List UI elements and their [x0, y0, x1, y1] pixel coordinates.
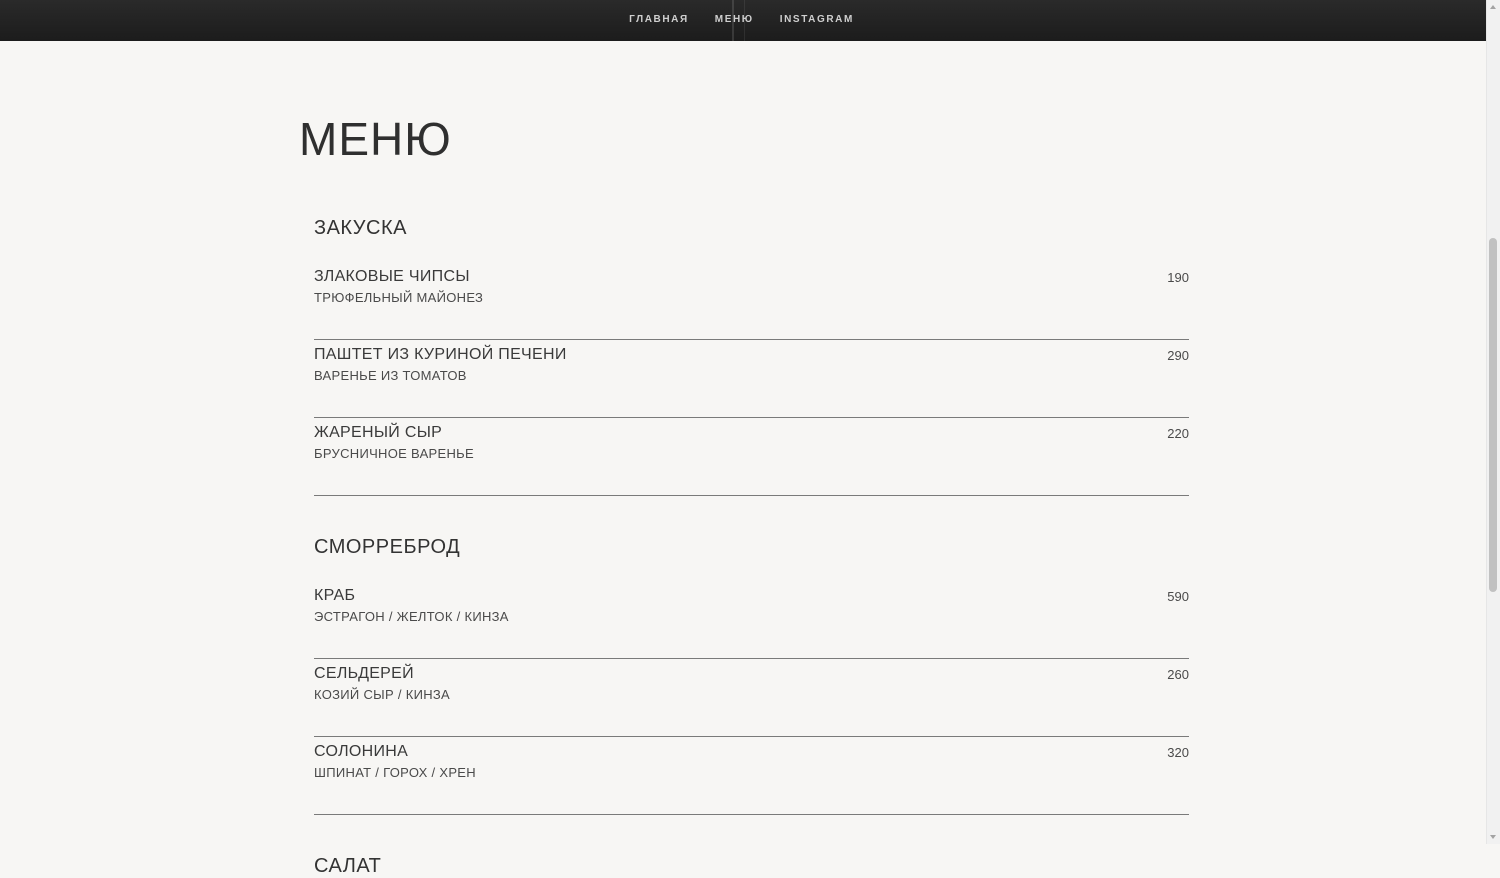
- menu-items-list: КРАБ ЭСТРАГОН / ЖЕЛТОК / КИНЗА 590 СЕЛЬД…: [314, 581, 1189, 815]
- menu-item-name: ПАШТЕТ ИЗ КУРИНОЙ ПЕЧЕНИ: [314, 346, 567, 363]
- page-scrollbar[interactable]: [1486, 0, 1500, 844]
- menu-item-price: 290: [1167, 348, 1189, 363]
- nav-link-home[interactable]: ГЛАВНАЯ: [629, 14, 689, 25]
- menu-item: СЕЛЬДЕРЕЙ КОЗИЙ СЫР / КИНЗА 260: [314, 659, 1189, 737]
- menu-section-smorrebrod: СМОРРЕБРОД КРАБ ЭСТРАГОН / ЖЕЛТОК / КИНЗ…: [314, 535, 1189, 815]
- menu-item: ПАШТЕТ ИЗ КУРИНОЙ ПЕЧЕНИ ВАРЕНЬЕ ИЗ ТОМА…: [314, 340, 1189, 418]
- section-title: ЗАКУСКА: [314, 217, 407, 239]
- menu-item: ЗЛАКОВЫЕ ЧИПСЫ ТРЮФЕЛЬНЫЙ МАЙОНЕЗ 190: [314, 262, 1189, 340]
- menu-section-salad: САЛАТ: [314, 854, 1189, 878]
- menu-item-name: СОЛОНИНА: [314, 743, 409, 760]
- menu-item-name: СЕЛЬДЕРЕЙ: [314, 665, 414, 682]
- section-title: САЛАТ: [314, 855, 382, 877]
- menu-item-price: 590: [1167, 589, 1189, 604]
- menu-item-name: ЗЛАКОВЫЕ ЧИПСЫ: [314, 268, 470, 285]
- menu-items-list: ЗЛАКОВЫЕ ЧИПСЫ ТРЮФЕЛЬНЫЙ МАЙОНЕЗ 190 ПА…: [314, 262, 1189, 496]
- scroll-up-arrow-icon[interactable]: [1490, 5, 1496, 9]
- menu-item-description: БРУСНИЧНОЕ ВАРЕНЬЕ: [314, 446, 474, 461]
- menu-item-price: 320: [1167, 745, 1189, 760]
- menu-item-description: ЭСТРАГОН / ЖЕЛТОК / КИНЗА: [314, 609, 509, 624]
- top-navigation-bar: ГЛАВНАЯ МЕНЮ INSTAGRAM: [0, 0, 1487, 41]
- menu-item: КРАБ ЭСТРАГОН / ЖЕЛТОК / КИНЗА 590: [314, 581, 1189, 659]
- scrollbar-thumb[interactable]: [1489, 238, 1497, 592]
- menu-item-name: КРАБ: [314, 587, 356, 604]
- main-nav: ГЛАВНАЯ МЕНЮ INSTAGRAM: [0, 14, 1485, 25]
- menu-item-price: 190: [1167, 270, 1189, 285]
- menu-item: ЖАРЕНЫЙ СЫР БРУСНИЧНОЕ ВАРЕНЬЕ 220: [314, 418, 1189, 496]
- menu-item-description: ВАРЕНЬЕ ИЗ ТОМАТОВ: [314, 368, 467, 383]
- section-title: СМОРРЕБРОД: [314, 536, 461, 558]
- menu-item-price: 220: [1167, 426, 1189, 441]
- menu-item-name: ЖАРЕНЫЙ СЫР: [314, 424, 443, 441]
- menu-item: СОЛОНИНА ШПИНАТ / ГОРОХ / ХРЕН 320: [314, 737, 1189, 815]
- page-title: МЕНЮ: [299, 113, 452, 165]
- menu-item-description: ШПИНАТ / ГОРОХ / ХРЕН: [314, 765, 476, 780]
- nav-link-instagram[interactable]: INSTAGRAM: [780, 14, 854, 25]
- scroll-down-arrow-icon[interactable]: [1490, 835, 1496, 839]
- menu-section-snacks: ЗАКУСКА ЗЛАКОВЫЕ ЧИПСЫ ТРЮФЕЛЬНЫЙ МАЙОНЕ…: [314, 216, 1189, 496]
- menu-item-description: ТРЮФЕЛЬНЫЙ МАЙОНЕЗ: [314, 290, 484, 305]
- menu-item-price: 260: [1167, 667, 1189, 682]
- menu-item-description: КОЗИЙ СЫР / КИНЗА: [314, 687, 451, 702]
- menu-content: ЗАКУСКА ЗЛАКОВЫЕ ЧИПСЫ ТРЮФЕЛЬНЫЙ МАЙОНЕ…: [314, 216, 1189, 878]
- nav-link-menu[interactable]: МЕНЮ: [715, 14, 754, 25]
